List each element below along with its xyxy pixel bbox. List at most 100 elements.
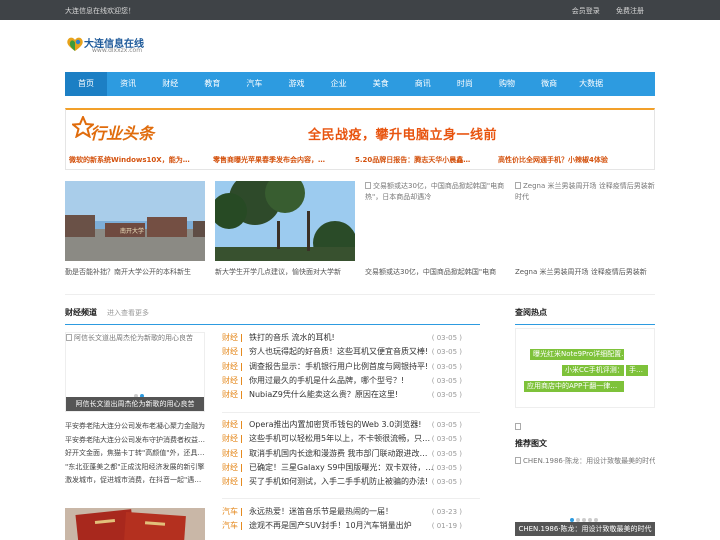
nav-item-finance[interactable]: 财经 [149, 72, 191, 96]
news-category[interactable]: 财经 [222, 345, 238, 359]
news-title[interactable]: NubiaZ9凭什么能卖这么贵？原因在这里! [249, 388, 439, 402]
hot-tag[interactable]: 应用商店中的APP干翻一律… [524, 381, 624, 392]
nav-item-enterprise[interactable]: 企业 [318, 72, 360, 96]
photo-ecommerce-alt: 交易额或达30亿，中国商品掀起韩国"电商热"，日本商品却遇冷 [365, 182, 505, 201]
news-category[interactable]: 财经 [222, 432, 238, 446]
recommend-broken-image[interactable]: CHEN.1986·陈龙：用设计致敬最美的时代 [515, 456, 655, 466]
nav-item-wechat-business[interactable]: 微商 [528, 72, 570, 96]
side-news-item[interactable]: 平安券老陆大连分公司发布守护消费者权益… [65, 434, 207, 448]
trees-photo-image [215, 181, 355, 261]
banner-sub-link[interactable]: 零售商曝光苹果春季发布会内容，… [213, 155, 348, 165]
nav-item-home[interactable]: 首页 [65, 72, 108, 96]
news-category[interactable]: 财经 [222, 475, 238, 489]
banner-sub-link[interactable]: 5.20品牌日报告：腾志天华小晨鑫… [355, 155, 490, 165]
main-nav: 首页 资讯 财经 教育 汽车 游戏 企业 美食 商讯 时尚 购物 微商 大数据 [65, 72, 655, 96]
news-category[interactable]: 财经 [222, 374, 238, 388]
banner-headline[interactable]: 全民战疫，攀升电脑立身一线前 [308, 124, 497, 143]
finance-section-title[interactable]: 财经频道 [65, 307, 97, 318]
banner-sub-link[interactable]: 高性价比全网通手机？小辣椒4体验 [498, 155, 643, 165]
heart-logo-icon [67, 37, 83, 51]
finance-section-underline [65, 324, 480, 325]
photo-caption[interactable]: 勤是否能补拙？南开大学公开的本科新生 [65, 267, 200, 277]
nav-item-business[interactable]: 商讯 [402, 72, 444, 96]
photo-trees[interactable] [215, 181, 355, 261]
news-title[interactable]: 这些手机可以轻松用5年以上，不卡顿很流畅，只… [249, 432, 439, 446]
news-category[interactable]: 财经 [222, 418, 238, 432]
hot-tag[interactable]: 曝光红米Note9Pro详细配置… [530, 349, 624, 360]
photo-caption[interactable]: 新大学生开学几点建议，愉快面对大学新 [215, 267, 350, 277]
news-title[interactable]: 永远热爱！迷笛音乐节是最热闹的一届！ [249, 505, 439, 519]
side-news-item[interactable]: 平安券老陆大连分公司发布老凝心聚力金融为 [65, 420, 207, 434]
news-title[interactable]: 取消手机国内长途和漫游费 我市部门联动跟进改… [249, 447, 439, 461]
photo-campus[interactable]: 南开大学 [65, 181, 205, 261]
site-logo[interactable]: 大连信息在线 www.dlxxzx.com [66, 34, 166, 56]
category-bar [241, 435, 242, 444]
photo-ecommerce-broken[interactable]: 交易额或达30亿，中国商品掀起韩国"电商热"，日本商品却遇冷 [365, 181, 505, 203]
nav-item-food[interactable]: 美食 [360, 72, 402, 96]
nav-item-shopping[interactable]: 购物 [486, 72, 528, 96]
news-row[interactable]: 财经 NubiaZ9凭什么能卖这么贵？原因在这里!( 03-05 ) [222, 388, 472, 402]
news-title[interactable]: 调查报告显示：手机银行用户比例首度与网银持平! [249, 360, 439, 374]
news-title[interactable]: 途观不再是国产SUV封手！10月汽车销量出炉 [249, 519, 439, 533]
news-category[interactable]: 财经 [222, 331, 238, 345]
news-row[interactable]: 财经 你用过最久的手机是什么品牌，哪个型号？!( 03-05 ) [222, 374, 472, 388]
category-bar [241, 478, 242, 487]
news-row[interactable]: 财经 这些手机可以轻松用5年以上，不卡顿很流畅，只…( 03-05 ) [222, 432, 472, 446]
category-bar [241, 421, 242, 429]
news-title[interactable]: 你用过最久的手机是什么品牌，哪个型号？! [249, 374, 439, 388]
news-row[interactable]: 汽车 途观不再是国产SUV封手！10月汽车销量出炉( 01-19 ) [222, 519, 472, 533]
banner-sub-link[interactable]: 微软的新系统Windows10X，能为… [69, 155, 209, 165]
hot-section-title[interactable]: 查阅热点 [515, 307, 547, 318]
nav-item-games[interactable]: 游戏 [275, 72, 317, 96]
news-separator [222, 412, 480, 413]
nav-item-auto[interactable]: 汽车 [233, 72, 275, 96]
news-title[interactable]: 铁打的音乐 流水的耳机! [249, 331, 439, 345]
nav-item-news[interactable]: 资讯 [107, 72, 149, 96]
news-category[interactable]: 财经 [222, 461, 238, 475]
news-row[interactable]: 财经 铁打的音乐 流水的耳机!( 03-05 ) [222, 331, 472, 345]
industry-headline-logo: 行业头条 [72, 114, 166, 148]
news-title[interactable]: Opera推出内置加密货币钱包的Web 3.0浏览器! [249, 418, 439, 432]
hot-tag[interactable]: 小米CC手机评测：99… [562, 365, 624, 376]
photo-caption[interactable]: 交易额或达30亿，中国商品掀起韩国"电商 [365, 267, 500, 277]
logo-domain: www.dlxxzx.com [92, 47, 143, 54]
news-category[interactable]: 财经 [222, 360, 238, 374]
broken-image-icon [515, 457, 521, 464]
recommend-section-title[interactable]: 推荐图文 [515, 438, 547, 449]
slider-caption[interactable]: 阿信长文道出周杰伦为新歌的用心良苦 [66, 397, 204, 411]
nav-item-big-data[interactable]: 大数据 [570, 72, 612, 96]
side-news-item[interactable]: 好开文金面，焦猫卡丁转"高颜值"外，还具… [65, 447, 207, 461]
certificate-photo[interactable] [65, 508, 205, 540]
hot-section-underline [515, 324, 655, 325]
news-title[interactable]: 已确定！三星Galaxy S9中国版曝光：双卡双待，… [249, 461, 439, 475]
hot-tag[interactable]: 手… [626, 365, 648, 376]
news-row[interactable]: 财经 穷人也玩得起的好音质！这些耳机又便宜音质又棒!( 03-05 ) [222, 345, 472, 359]
industry-headline-logo-text: 行业头条 [90, 124, 155, 143]
finance-more-link[interactable]: 进入查看更多 [107, 308, 149, 318]
recommend-caption[interactable]: CHEN.1986·陈龙：用设计致敬最美的时代 [515, 522, 655, 536]
news-category[interactable]: 财经 [222, 447, 238, 461]
news-row[interactable]: 财经 已确定！三星Galaxy S9中国版曝光：双卡双待，…( 03-05 ) [222, 461, 472, 475]
side-news-item[interactable]: 激发城市，促进城市消费，在抖音一起"遇… [65, 474, 207, 488]
side-news-item[interactable]: "东北亚蓬美之都"正成沈阳经济发展的新引擎 [65, 461, 207, 475]
news-title[interactable]: 穷人也玩得起的好音质！这些耳机又便宜音质又棒! [249, 345, 439, 359]
login-link[interactable]: 会员登录 [572, 7, 600, 15]
nav-item-education[interactable]: 教育 [191, 72, 233, 96]
news-row[interactable]: 汽车 永远热爱！迷笛音乐节是最热闹的一届！( 03-23 ) [222, 505, 472, 519]
register-link[interactable]: 免费注册 [616, 7, 644, 15]
broken-image-icon [515, 423, 521, 430]
slider-broken-image: 阿信长文道出周杰伦为新歌的用心良苦 [66, 333, 193, 343]
nav-item-fashion[interactable]: 时尚 [444, 72, 486, 96]
news-row[interactable]: 财经 调查报告显示：手机银行用户比例首度与网银持平!( 03-05 ) [222, 360, 472, 374]
news-row[interactable]: 财经 取消手机国内长途和漫游费 我市部门联动跟进改…( 03-05 ) [222, 447, 472, 461]
news-date: ( 03-05 ) [431, 449, 462, 458]
news-category[interactable]: 财经 [222, 388, 238, 402]
news-category[interactable]: 汽车 [222, 505, 238, 519]
finance-slider[interactable]: 阿信长文道出周杰伦为新歌的用心良苦 阿信长文道出周杰伦为新歌的用心良苦 [65, 332, 205, 412]
photo-zegna-broken[interactable]: Zegna 米兰男装周开场 诠释疫情后男装新时代 [515, 181, 655, 203]
news-row[interactable]: 财经 Opera推出内置加密货币钱包的Web 3.0浏览器!( 03-05 ) [222, 418, 472, 432]
news-row[interactable]: 财经 买了手机如何测试，入手二手手机防止被骗的办法!( 03-05 ) [222, 475, 472, 489]
photo-caption[interactable]: Zegna 米兰男装周开场 诠释疫情后男装新 [515, 267, 650, 277]
news-category[interactable]: 汽车 [222, 519, 238, 533]
news-title[interactable]: 买了手机如何测试，入手二手手机防止被骗的办法! [249, 475, 439, 489]
